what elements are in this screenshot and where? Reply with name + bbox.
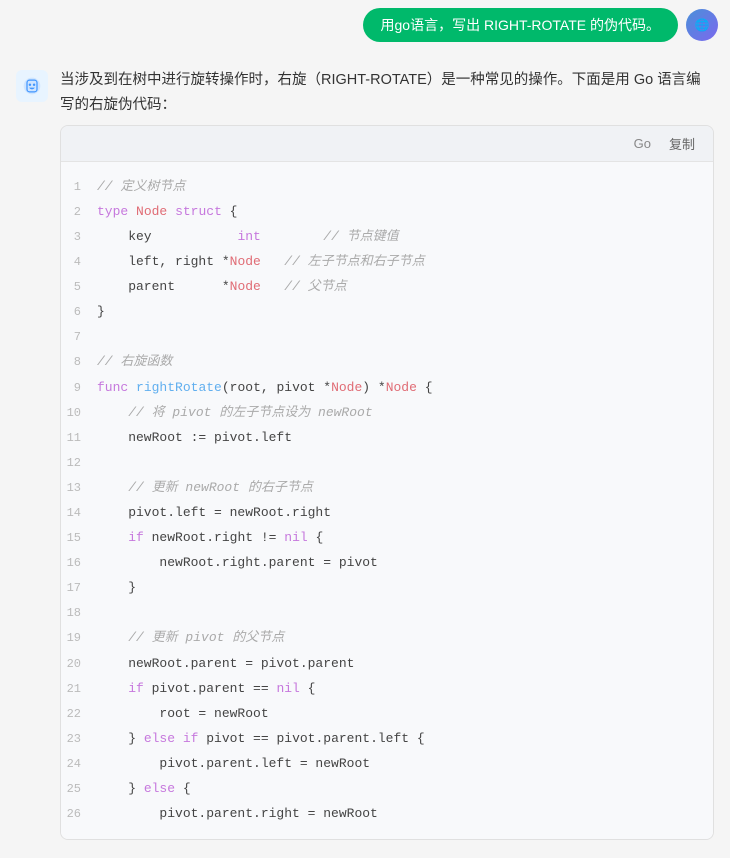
- code-line: 4 left, right *Node // 左子节点和右子节点: [61, 250, 713, 275]
- line-number: 7: [61, 327, 97, 347]
- line-number: 11: [61, 428, 97, 448]
- code-line: 25 } else {: [61, 777, 713, 802]
- message-intro: 当涉及到在树中进行旋转操作时，右旋（RIGHT-ROTATE）是一种常见的操作。…: [60, 68, 714, 117]
- line-code: pivot.parent.left = newRoot: [97, 753, 370, 775]
- code-line: 5 parent *Node // 父节点: [61, 275, 713, 300]
- code-line: 24 pivot.parent.left = newRoot: [61, 751, 713, 776]
- code-line: 11 newRoot := pivot.left: [61, 425, 713, 450]
- line-code: if pivot.parent == nil {: [97, 678, 315, 700]
- line-number: 21: [61, 679, 97, 699]
- code-lang-label: Go: [634, 133, 651, 155]
- line-number: 22: [61, 704, 97, 724]
- top-bar: 用go语言，写出 RIGHT-ROTATE 的伪代码。 🌐: [0, 0, 730, 50]
- code-body: 1// 定义树节点2type Node struct {3 key int //…: [61, 162, 713, 838]
- line-number: 19: [61, 628, 97, 648]
- code-line: 26 pivot.parent.right = newRoot: [61, 802, 713, 827]
- line-number: 20: [61, 654, 97, 674]
- line-number: 1: [61, 177, 97, 197]
- line-number: 26: [61, 804, 97, 824]
- code-line: 10 // 将 pivot 的左子节点设为 newRoot: [61, 400, 713, 425]
- code-line: 19 // 更新 pivot 的父节点: [61, 626, 713, 651]
- line-number: 18: [61, 603, 97, 623]
- line-number: 25: [61, 779, 97, 799]
- line-number: 14: [61, 503, 97, 523]
- line-code: newRoot.right.parent = pivot: [97, 552, 378, 574]
- line-number: 23: [61, 729, 97, 749]
- line-number: 2: [61, 202, 97, 222]
- code-line: 8// 右旋函数: [61, 350, 713, 375]
- line-code: if newRoot.right != nil {: [97, 527, 323, 549]
- line-code: key int // 节点键值: [97, 226, 399, 248]
- code-line: 7: [61, 325, 713, 350]
- code-line: 9func rightRotate(root, pivot *Node) *No…: [61, 375, 713, 400]
- code-block-wrapper: Go 复制 1// 定义树节点2type Node struct {3 key …: [60, 125, 714, 839]
- go-button[interactable]: 用go语言，写出 RIGHT-ROTATE 的伪代码。: [363, 8, 679, 42]
- line-code: newRoot.parent = pivot.parent: [97, 653, 354, 675]
- code-line: 17 }: [61, 576, 713, 601]
- line-code: // 更新 pivot 的父节点: [97, 627, 284, 649]
- line-code: } else if pivot == pivot.parent.left {: [97, 728, 425, 750]
- line-code: pivot.parent.right = newRoot: [97, 803, 378, 825]
- message-content: 当涉及到在树中进行旋转操作时，右旋（RIGHT-ROTATE）是一种常见的操作。…: [60, 68, 714, 840]
- line-code: // 将 pivot 的左子节点设为 newRoot: [97, 402, 373, 424]
- code-line: 22 root = newRoot: [61, 701, 713, 726]
- line-code: parent *Node // 父节点: [97, 276, 347, 298]
- code-line: 1// 定义树节点: [61, 174, 713, 199]
- line-code: [97, 602, 105, 624]
- line-number: 24: [61, 754, 97, 774]
- line-number: 16: [61, 553, 97, 573]
- line-number: 13: [61, 478, 97, 498]
- line-code: // 更新 newRoot 的右子节点: [97, 477, 313, 499]
- line-code: pivot.left = newRoot.right: [97, 502, 331, 524]
- line-code: }: [97, 301, 105, 323]
- code-block-header: Go 复制: [61, 126, 713, 162]
- line-code: } else {: [97, 778, 191, 800]
- line-number: 4: [61, 252, 97, 272]
- line-code: }: [97, 577, 136, 599]
- code-line: 23 } else if pivot == pivot.parent.left …: [61, 726, 713, 751]
- line-number: 5: [61, 277, 97, 297]
- code-line: 16 newRoot.right.parent = pivot: [61, 551, 713, 576]
- message-row: 当涉及到在树中进行旋转操作时，右旋（RIGHT-ROTATE）是一种常见的操作。…: [0, 60, 730, 848]
- code-line: 12: [61, 450, 713, 475]
- code-line: 3 key int // 节点键值: [61, 224, 713, 249]
- copy-button[interactable]: 复制: [665, 132, 699, 155]
- code-line: 2type Node struct {: [61, 199, 713, 224]
- line-number: 10: [61, 403, 97, 423]
- line-code: [97, 326, 105, 348]
- line-code: left, right *Node // 左子节点和右子节点: [97, 251, 425, 273]
- chat-area: 当涉及到在树中进行旋转操作时，右旋（RIGHT-ROTATE）是一种常见的操作。…: [0, 50, 730, 858]
- line-code: type Node struct {: [97, 201, 237, 223]
- line-code: root = newRoot: [97, 703, 269, 725]
- line-code: [97, 452, 105, 474]
- code-line: 15 if newRoot.right != nil {: [61, 526, 713, 551]
- avatar: 🌐: [686, 9, 718, 41]
- code-line: 13 // 更新 newRoot 的右子节点: [61, 475, 713, 500]
- line-code: // 右旋函数: [97, 351, 172, 373]
- avatar-initials: 🌐: [695, 18, 710, 32]
- line-code: func rightRotate(root, pivot *Node) *Nod…: [97, 377, 433, 399]
- line-number: 17: [61, 578, 97, 598]
- line-number: 12: [61, 453, 97, 473]
- line-number: 8: [61, 352, 97, 372]
- code-line: 18: [61, 601, 713, 626]
- code-line: 21 if pivot.parent == nil {: [61, 676, 713, 701]
- line-number: 6: [61, 302, 97, 322]
- line-code: newRoot := pivot.left: [97, 427, 292, 449]
- line-code: // 定义树节点: [97, 176, 185, 198]
- bot-icon: [16, 70, 48, 102]
- line-number: 15: [61, 528, 97, 548]
- line-number: 9: [61, 378, 97, 398]
- code-line: 14 pivot.left = newRoot.right: [61, 501, 713, 526]
- code-line: 6}: [61, 300, 713, 325]
- line-number: 3: [61, 227, 97, 247]
- code-line: 20 newRoot.parent = pivot.parent: [61, 651, 713, 676]
